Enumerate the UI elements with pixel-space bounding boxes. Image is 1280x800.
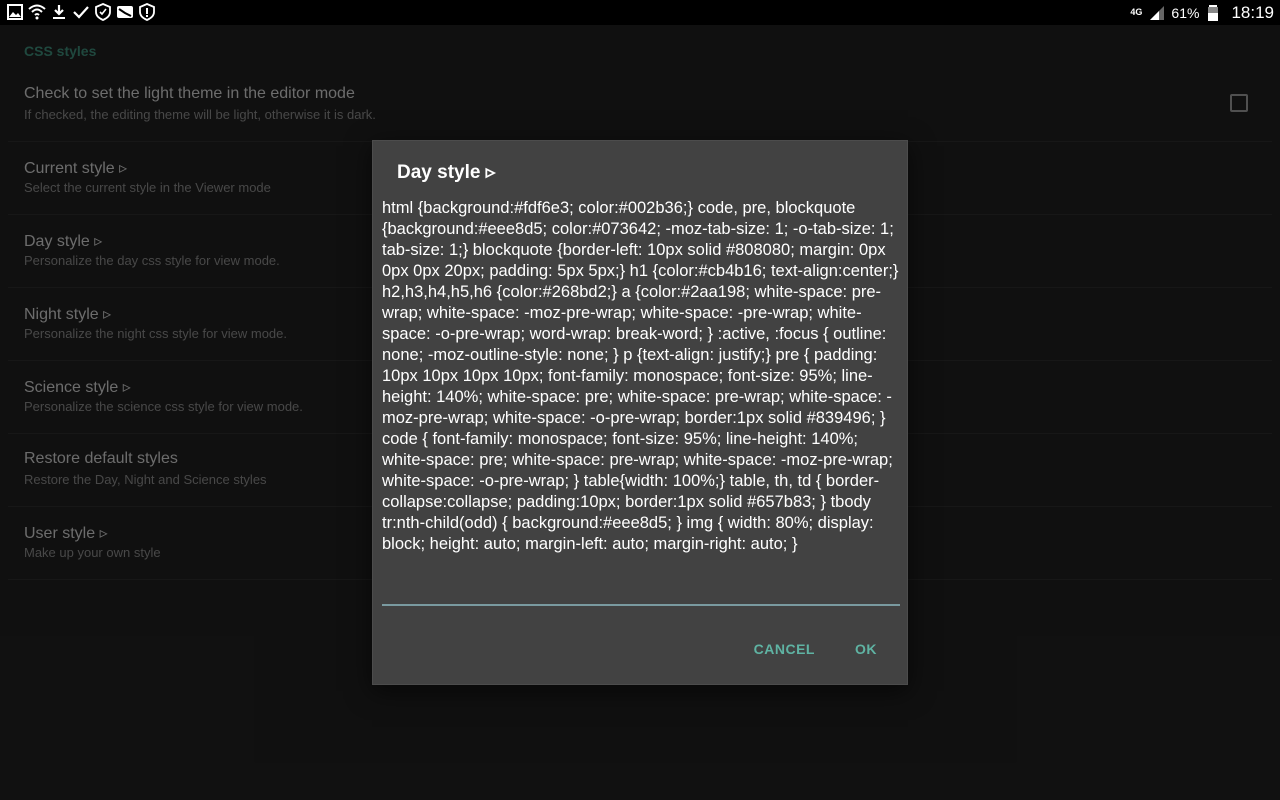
status-bar: 4G 61% 18:19 [0,0,1280,25]
download-icon [50,3,68,21]
notification-icons [6,3,156,21]
check-icon [72,3,90,21]
image-notification-icon [116,3,134,21]
shield-alert-icon [138,3,156,21]
day-style-dialog: Day style ▹ html {background:#fdf6e3; co… [372,140,908,685]
network-type: 4G [1130,7,1143,17]
editor-underline [382,604,900,606]
css-style-editor[interactable]: html {background:#fdf6e3; color:#002b36;… [382,198,900,555]
clock: 18:19 [1231,2,1274,22]
signal-icon [1148,4,1166,22]
battery-icon [1204,4,1222,22]
gallery-icon [6,3,24,21]
wifi-icon [28,3,46,21]
shield-check-icon [94,3,112,21]
cancel-button[interactable]: CANCEL [754,641,815,657]
dialog-title: Day style ▹ [397,162,496,183]
ok-button[interactable]: OK [855,641,877,657]
system-indicators: 4G 61% 18:19 [1129,0,1274,25]
battery-percent: 61% [1171,4,1200,21]
dialog-actions: CANCEL OK [754,641,877,657]
